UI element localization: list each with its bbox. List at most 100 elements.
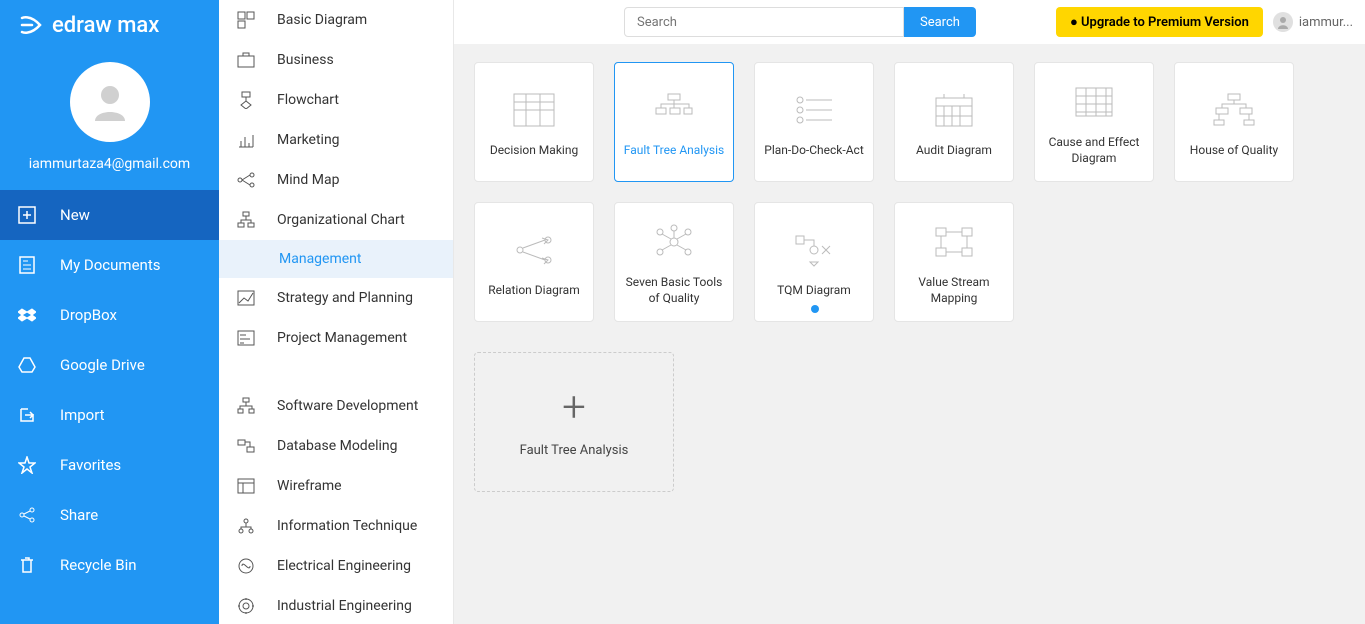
cat-orgchart-label: Organizational Chart bbox=[277, 212, 405, 228]
relation-icon bbox=[512, 232, 556, 268]
cat-softdev-label: Software Development bbox=[277, 398, 418, 414]
template-seven-tools[interactable]: Seven Basic Tools of Quality bbox=[614, 202, 734, 322]
nav-import[interactable]: Import bbox=[0, 390, 219, 440]
user-avatar-icon bbox=[1273, 12, 1293, 32]
table-icon bbox=[512, 92, 556, 128]
template-grid: Decision Making Fault Tree Analysis Plan… bbox=[474, 62, 1345, 322]
search-input[interactable] bbox=[624, 7, 904, 37]
cat-management[interactable]: Management bbox=[219, 240, 453, 278]
strategy-icon bbox=[237, 289, 255, 307]
network-icon bbox=[237, 517, 255, 535]
cat-strategy[interactable]: Strategy and Planning bbox=[219, 278, 453, 318]
cat-orgchart[interactable]: Organizational Chart bbox=[219, 200, 453, 240]
cat-strategy-label: Strategy and Planning bbox=[277, 290, 413, 306]
template-label: Plan-Do-Check-Act bbox=[764, 143, 864, 159]
content: Decision Making Fault Tree Analysis Plan… bbox=[454, 44, 1365, 624]
create-new-button[interactable]: + Fault Tree Analysis bbox=[474, 352, 674, 492]
softdev-icon bbox=[237, 397, 255, 415]
profile-email: iammurtaza4@gmail.com bbox=[29, 156, 190, 172]
main-area: Search ● Upgrade to Premium Version iamm… bbox=[454, 0, 1365, 624]
create-section: + Fault Tree Analysis bbox=[474, 352, 1345, 492]
avatar[interactable] bbox=[70, 62, 150, 142]
cat-softdev[interactable]: Software Development bbox=[219, 386, 453, 426]
template-relation[interactable]: Relation Diagram bbox=[474, 202, 594, 322]
nav-recycle[interactable]: Recycle Bin bbox=[0, 540, 219, 590]
cat-marketing-label: Marketing bbox=[277, 132, 340, 148]
template-fault-tree[interactable]: Fault Tree Analysis bbox=[614, 62, 734, 182]
template-label: House of Quality bbox=[1190, 143, 1278, 159]
nav-gdrive[interactable]: Google Drive bbox=[0, 340, 219, 390]
checklist-icon bbox=[792, 92, 836, 128]
template-label: Value Stream Mapping bbox=[903, 275, 1005, 306]
cat-business[interactable]: Business bbox=[219, 40, 453, 80]
cat-dbmodel[interactable]: Database Modeling bbox=[219, 426, 453, 466]
logo-icon bbox=[18, 12, 44, 38]
nav-favorites[interactable]: Favorites bbox=[0, 440, 219, 490]
template-label: TQM Diagram bbox=[777, 283, 851, 299]
nodes-icon bbox=[652, 224, 696, 260]
template-tqm[interactable]: TQM Diagram bbox=[754, 202, 874, 322]
nav-favorites-label: Favorites bbox=[60, 456, 121, 474]
user-menu[interactable]: iammur... bbox=[1273, 12, 1353, 32]
cat-mindmap[interactable]: Mind Map bbox=[219, 160, 453, 200]
topbar: Search ● Upgrade to Premium Version iamm… bbox=[454, 0, 1365, 44]
template-vsm[interactable]: Value Stream Mapping bbox=[894, 202, 1014, 322]
nav-share[interactable]: Share bbox=[0, 490, 219, 540]
trash-icon bbox=[18, 556, 36, 574]
cat-flowchart-label: Flowchart bbox=[277, 92, 339, 108]
cat-projmgmt-label: Project Management bbox=[277, 330, 407, 346]
wireframe-icon bbox=[237, 477, 255, 495]
nav-new-label: New bbox=[60, 206, 90, 224]
briefcase-icon bbox=[237, 51, 255, 69]
electrical-icon bbox=[237, 557, 255, 575]
cat-basic-label: Basic Diagram bbox=[277, 12, 367, 28]
dropbox-icon bbox=[18, 306, 36, 324]
avatar-icon bbox=[87, 79, 133, 125]
profile-section: iammurtaza4@gmail.com bbox=[0, 50, 219, 190]
plus-icon: + bbox=[562, 387, 586, 429]
cat-infotech[interactable]: Information Technique bbox=[219, 506, 453, 546]
flowchart-icon bbox=[237, 91, 255, 109]
user-name: iammur... bbox=[1299, 15, 1353, 30]
template-house-quality[interactable]: House of Quality bbox=[1174, 62, 1294, 182]
cat-business-label: Business bbox=[277, 52, 334, 68]
basic-diagram-icon bbox=[237, 11, 255, 29]
cat-mindmap-label: Mind Map bbox=[277, 172, 339, 188]
nav-import-label: Import bbox=[60, 406, 105, 424]
fishbone-icon bbox=[1072, 84, 1116, 120]
cat-wireframe[interactable]: Wireframe bbox=[219, 466, 453, 506]
star-icon bbox=[18, 456, 36, 474]
cat-electrical[interactable]: Electrical Engineering bbox=[219, 546, 453, 586]
template-audit[interactable]: Audit Diagram bbox=[894, 62, 1014, 182]
nav-new[interactable]: New bbox=[0, 190, 219, 240]
upgrade-button[interactable]: ● Upgrade to Premium Version bbox=[1056, 7, 1263, 37]
cat-management-label: Management bbox=[279, 251, 361, 267]
gear-icon bbox=[237, 597, 255, 615]
template-label: Fault Tree Analysis bbox=[624, 143, 724, 159]
nav-mydocs-label: My Documents bbox=[60, 256, 160, 274]
cat-marketing[interactable]: Marketing bbox=[219, 120, 453, 160]
document-icon bbox=[18, 256, 36, 274]
nav-dropbox[interactable]: DropBox bbox=[0, 290, 219, 340]
template-pdca[interactable]: Plan-Do-Check-Act bbox=[754, 62, 874, 182]
cat-flowchart[interactable]: Flowchart bbox=[219, 80, 453, 120]
cat-industrial-label: Industrial Engineering bbox=[277, 598, 412, 614]
loading-dot bbox=[811, 305, 819, 313]
sidebar: edraw max iammurtaza4@gmail.com New My D… bbox=[0, 0, 219, 624]
database-icon bbox=[237, 437, 255, 455]
cat-basic[interactable]: Basic Diagram bbox=[219, 0, 453, 40]
template-label: Cause and Effect Diagram bbox=[1043, 135, 1145, 166]
tqm-icon bbox=[792, 232, 836, 268]
template-decision-making[interactable]: Decision Making bbox=[474, 62, 594, 182]
hierarchy-icon bbox=[1212, 92, 1256, 128]
nav-mydocs[interactable]: My Documents bbox=[0, 240, 219, 290]
nav-share-label: Share bbox=[60, 506, 98, 524]
search-button[interactable]: Search bbox=[904, 7, 976, 37]
template-cause-effect[interactable]: Cause and Effect Diagram bbox=[1034, 62, 1154, 182]
cat-industrial[interactable]: Industrial Engineering bbox=[219, 586, 453, 624]
create-label: Fault Tree Analysis bbox=[520, 443, 629, 458]
chart-icon bbox=[237, 131, 255, 149]
app-logo: edraw max bbox=[0, 0, 219, 50]
cat-projmgmt[interactable]: Project Management bbox=[219, 318, 453, 358]
plus-box-icon bbox=[18, 206, 36, 224]
